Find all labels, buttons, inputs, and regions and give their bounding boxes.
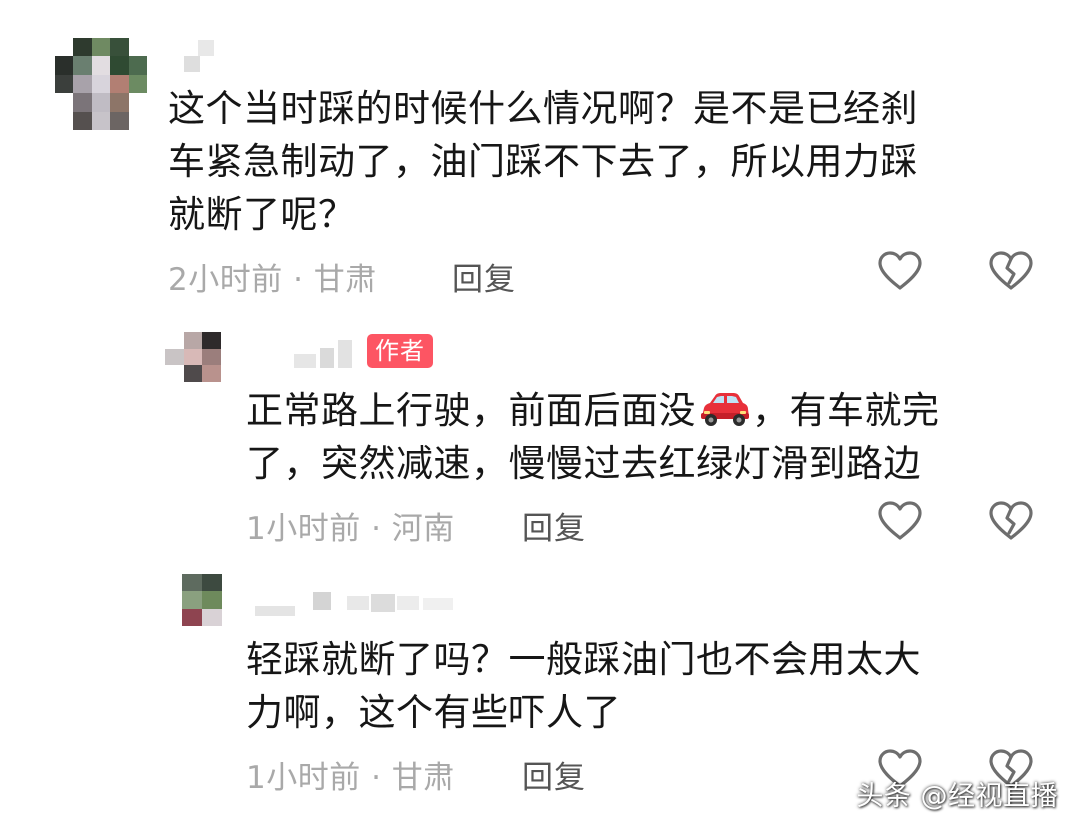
comment-body: 这个当时踩的时候什么情况啊？是不是已经刹 车紧急制动了，油门踩不下去了，所以用力… [168,82,1028,241]
reply-body: 正常路上行驶，前面后面没 ，有车就完 了，突然减速，慢慢过去红绿灯滑到路边 [246,384,1036,490]
reply-text-line: 力啊，这个有些吓人了 [246,691,621,734]
reply-button[interactable]: 回复 [452,254,516,299]
comment-text-line: 车紧急制动了，油门踩不下去了，所以用力踩 [168,140,918,183]
commenter-name [180,40,240,74]
heart-outline-icon[interactable] [877,250,923,292]
reply-time-location: 1小时前 · 甘肃 [246,760,455,796]
red-car-emoji [696,390,752,428]
replier-name [255,590,465,618]
author-avatar[interactable] [165,332,221,382]
reply-text-segment: 正常路上行驶，前面后面没 [246,389,696,432]
reply-body: 轻踩就断了吗？一般踩油门也不会用太大 力啊，这个有些吓人了 [246,633,1036,739]
broken-heart-icon[interactable] [988,500,1034,542]
reply-text-segment: ，有车就完 [752,389,940,432]
reply-button[interactable]: 回复 [522,752,586,797]
author-name [290,338,362,372]
commenter-avatar[interactable] [55,38,147,130]
replier-avatar[interactable] [182,574,222,626]
reply-text-line: 正常路上行驶，前面后面没 ，有车就完 [246,384,1036,437]
comment-text-line: 这个当时踩的时候什么情况啊？是不是已经刹 [168,87,918,130]
reply-text-line: 轻踩就断了吗？一般踩油门也不会用太大 [246,638,921,681]
reply-text-line: 了，突然减速，慢慢过去红绿灯滑到路边 [246,442,921,485]
author-badge: 作者 [367,334,433,368]
watermark: 头条 @经视直播 [856,781,1058,812]
comment-text-line: 就断了呢？ [168,193,356,236]
reply-time-location: 1小时前 · 河南 [246,511,455,547]
heart-outline-icon[interactable] [877,500,923,542]
comment-time-location: 2小时前 · 甘肃 [168,262,377,298]
broken-heart-icon[interactable] [988,250,1034,292]
reply-button[interactable]: 回复 [522,503,586,548]
